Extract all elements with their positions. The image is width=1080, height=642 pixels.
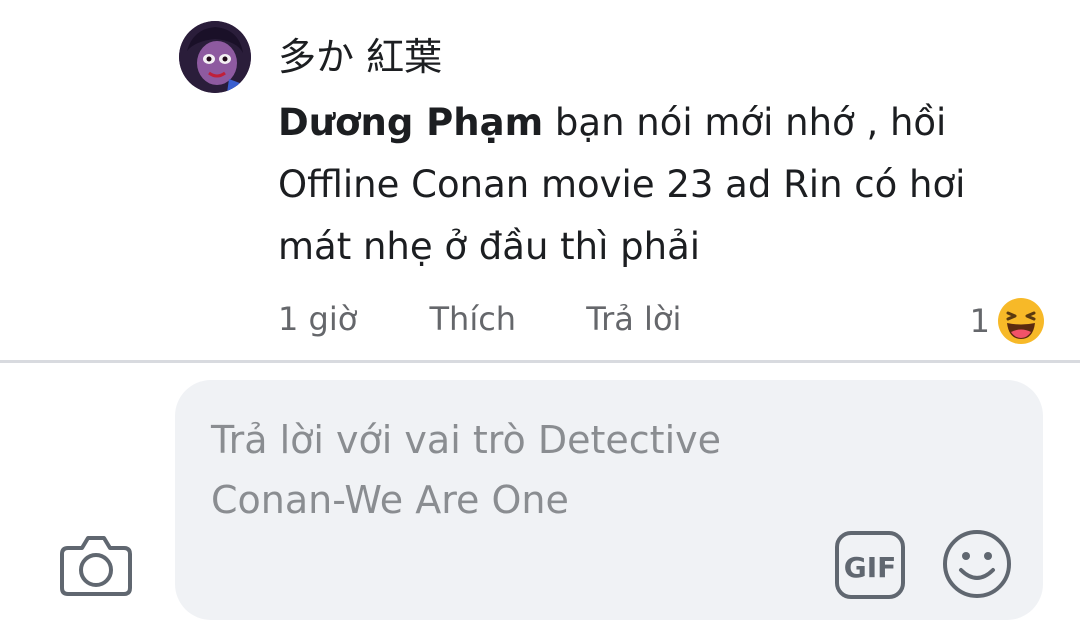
like-button[interactable]: Thích bbox=[429, 300, 516, 338]
comment-author[interactable]: 多か 紅葉 bbox=[278, 26, 442, 81]
mention-link[interactable]: Dương Phạm bbox=[278, 101, 543, 144]
haha-emoji-icon bbox=[998, 298, 1044, 344]
gif-label: GIF bbox=[844, 551, 897, 584]
comment-body: Dương Phạm bạn nói mới nhớ , hồi Offline… bbox=[278, 92, 1038, 278]
avatar-image bbox=[179, 21, 251, 93]
comment-thread: 多か 紅葉 Dương Phạm bạn nói mới nhớ , hồi O… bbox=[0, 0, 1080, 642]
reaction-count: 1 bbox=[969, 302, 990, 340]
comment-timestamp[interactable]: 1 giờ bbox=[278, 300, 357, 338]
reply-button[interactable]: Trả lời bbox=[586, 300, 681, 338]
divider bbox=[0, 360, 1080, 363]
avatar[interactable] bbox=[179, 21, 251, 93]
smile-icon[interactable] bbox=[941, 528, 1013, 600]
reaction-summary[interactable]: 1 bbox=[970, 296, 1046, 346]
reply-composer[interactable]: Trả lời với vai trò Detective Conan-We A… bbox=[175, 380, 1043, 620]
comment-actions: 1 giờ Thích Trả lời bbox=[278, 300, 681, 338]
gif-button[interactable]: GIF bbox=[834, 530, 906, 600]
camera-icon[interactable] bbox=[58, 528, 134, 598]
reply-input-placeholder[interactable]: Trả lời với vai trò Detective Conan-We A… bbox=[211, 410, 831, 530]
